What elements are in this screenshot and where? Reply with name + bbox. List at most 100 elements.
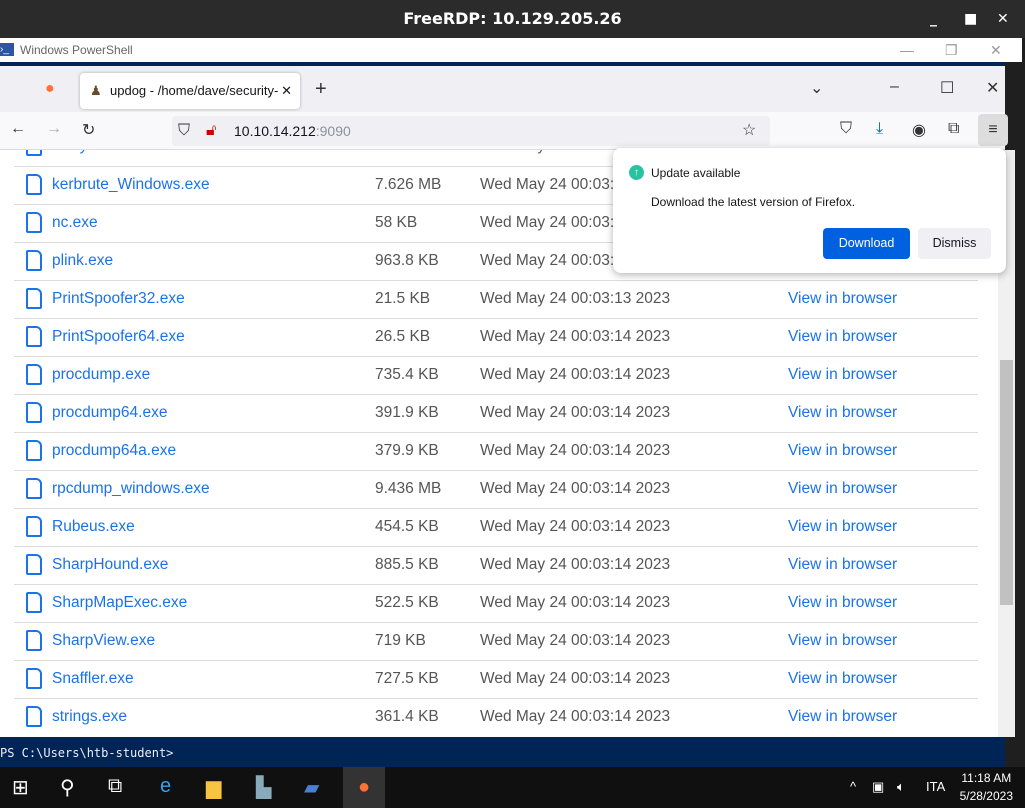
view-in-browser-link[interactable]: View in browser <box>788 404 897 422</box>
view-in-browser-link[interactable]: View in browser <box>788 328 897 346</box>
ps-minimize-button[interactable]: — <box>900 38 914 62</box>
ff-minimize-button[interactable]: – <box>890 78 899 96</box>
file-name-link[interactable]: SharpHound.exe <box>52 556 168 574</box>
file-size: 9.436 MB <box>375 480 442 497</box>
extensions-icon[interactable]: ⧉ <box>948 120 959 138</box>
view-in-browser-link[interactable]: View in browser <box>788 290 897 308</box>
file-date: Wed May 24 00:03:14 2023 <box>480 670 671 687</box>
file-name-link[interactable]: procdump64.exe <box>52 404 167 422</box>
file-name-link[interactable]: PrintSpoofer32.exe <box>52 290 185 308</box>
powershell-icon: ›_ <box>0 43 14 56</box>
server-manager-icon[interactable]: ▙ <box>256 775 271 800</box>
minimize-button[interactable]: _ <box>930 0 937 38</box>
file-name-link[interactable]: SharpView.exe <box>52 632 155 650</box>
file-name-link[interactable]: Snaffler.exe <box>52 670 134 688</box>
reload-button[interactable]: ↻ <box>82 120 95 140</box>
file-date: Wed May 24 00:03:14 2023 <box>480 632 671 649</box>
view-in-browser-link[interactable]: View in browser <box>788 366 897 384</box>
file-name-link[interactable]: nc.exe <box>52 214 98 232</box>
tab-updog[interactable]: ♟ updog - /home/dave/security-t ✕ <box>80 73 300 109</box>
file-name-link[interactable]: rpcdump_windows.exe <box>52 480 210 498</box>
view-in-browser-link[interactable]: View in browser <box>788 594 897 612</box>
view-in-browser-link[interactable]: View in browser <box>788 442 897 460</box>
file-icon <box>26 150 42 156</box>
powershell-console[interactable]: PS C:\Users\htb-student> <box>0 737 1005 767</box>
close-button[interactable]: ✕ <box>997 0 1009 38</box>
file-date: Wed May 24 00:03:14 2023 <box>480 708 671 725</box>
tab-bar: ● ♟ updog - /home/dave/security-t ✕ + ⌄ … <box>0 66 1005 112</box>
clock-time: 11:18 AM <box>961 771 1012 785</box>
clock[interactable]: 11:18 AM 5/28/2023 <box>960 769 1013 805</box>
file-explorer-icon[interactable]: ▆ <box>206 775 221 800</box>
tray-chevron-icon[interactable]: ^ <box>850 779 856 794</box>
dismiss-button[interactable]: Dismiss <box>918 228 991 259</box>
menu-button[interactable]: ≡ <box>978 114 1008 146</box>
popup-message: Download the latest version of Firefox. <box>651 195 856 209</box>
task-view-icon[interactable]: ⧉ <box>108 775 122 798</box>
tab-close-icon[interactable]: ✕ <box>278 73 292 109</box>
insecure-lock-icon[interactable]: 🔓︎ <box>206 116 216 146</box>
url-host: 10.10.14.212 <box>234 123 316 139</box>
file-name-link[interactable]: JuicyPotato.exe <box>52 150 161 155</box>
volume-muted-icon[interactable]: 🔈︎ <box>897 779 905 795</box>
shield-icon[interactable]: ⛉ <box>178 116 190 146</box>
file-row: rpcdump_windows.exe 9.436 MB Wed May 24 … <box>14 470 978 508</box>
file-icon <box>26 706 42 727</box>
file-size: 339.5 KB <box>375 150 439 155</box>
back-button[interactable]: ← <box>10 120 26 138</box>
file-size: 727.5 KB <box>375 670 439 687</box>
file-size: 21.5 KB <box>375 290 431 307</box>
file-date: Wed May 24 00:03:14 2023 <box>480 518 671 535</box>
file-name-link[interactable]: kerbrute_Windows.exe <box>52 176 210 194</box>
start-button[interactable]: ⊞ <box>12 775 29 800</box>
new-tab-button[interactable]: + <box>315 78 327 101</box>
view-in-browser-link[interactable]: View in browser <box>788 518 897 536</box>
ps-close-button[interactable]: ✕ <box>990 38 1002 62</box>
file-date: Wed May 24 00:03:14 2023 <box>480 366 671 383</box>
file-icon <box>26 592 42 613</box>
file-name-link[interactable]: procdump64a.exe <box>52 442 176 460</box>
firefox-icon[interactable]: ● <box>45 80 55 98</box>
scrollbar-thumb[interactable] <box>1000 360 1013 605</box>
file-name-link[interactable]: PrintSpoofer64.exe <box>52 328 185 346</box>
ie-icon[interactable]: e <box>160 775 171 798</box>
view-in-browser-link[interactable]: View in browser <box>788 670 897 688</box>
view-in-browser-link[interactable]: View in browser <box>788 708 897 726</box>
file-icon <box>26 402 42 423</box>
file-icon <box>26 630 42 651</box>
file-row: procdump64a.exe 379.9 KB Wed May 24 00:0… <box>14 432 978 470</box>
file-name-link[interactable]: plink.exe <box>52 252 113 270</box>
file-size: 26.5 KB <box>375 328 431 345</box>
url-bar[interactable]: ⛉ 🔓︎ 10.10.14.212:9090 ☆ <box>172 116 770 146</box>
file-row: SharpMapExec.exe 522.5 KB Wed May 24 00:… <box>14 584 978 622</box>
ff-close-button[interactable]: ✕ <box>986 78 999 98</box>
pocket-icon[interactable]: ⛉ <box>840 120 852 138</box>
list-tabs-button[interactable]: ⌄ <box>810 78 823 98</box>
language-indicator[interactable]: ITA <box>926 779 945 794</box>
network-icon[interactable]: ▣ <box>872 779 884 795</box>
view-in-browser-link[interactable]: View in browser <box>788 632 897 650</box>
file-name-link[interactable]: SharpMapExec.exe <box>52 594 187 612</box>
ps-restore-button[interactable]: ❐ <box>945 38 958 62</box>
powershell-taskbar-icon[interactable]: ▰ <box>304 775 319 800</box>
file-icon <box>26 440 42 461</box>
file-size: 391.9 KB <box>375 404 439 421</box>
view-in-browser-link[interactable]: View in browser <box>788 480 897 498</box>
file-name-link[interactable]: Rubeus.exe <box>52 518 135 536</box>
bookmark-star-icon[interactable]: ☆ <box>742 116 756 146</box>
powershell-titlebar: ›_ Windows PowerShell — ❐ ✕ <box>0 38 1022 62</box>
file-row: procdump.exe 735.4 KB Wed May 24 00:03:1… <box>14 356 978 394</box>
view-in-browser-link[interactable]: View in browser <box>788 556 897 574</box>
file-date: Wed May 24 00:03:14 2023 <box>480 442 671 459</box>
search-icon[interactable]: ⚲ <box>60 775 75 800</box>
ff-maximize-button[interactable]: ☐ <box>940 78 954 98</box>
maximize-button[interactable]: ■ <box>964 0 977 38</box>
file-name-link[interactable]: strings.exe <box>52 708 127 726</box>
firefox-taskbar-icon[interactable]: ● <box>343 767 385 808</box>
downloads-icon[interactable]: ⤓ <box>876 120 883 138</box>
download-button[interactable]: Download <box>823 228 910 259</box>
file-icon <box>26 554 42 575</box>
file-name-link[interactable]: procdump.exe <box>52 366 150 384</box>
account-icon[interactable]: ◉ <box>912 120 926 140</box>
forward-button[interactable]: → <box>46 120 62 138</box>
